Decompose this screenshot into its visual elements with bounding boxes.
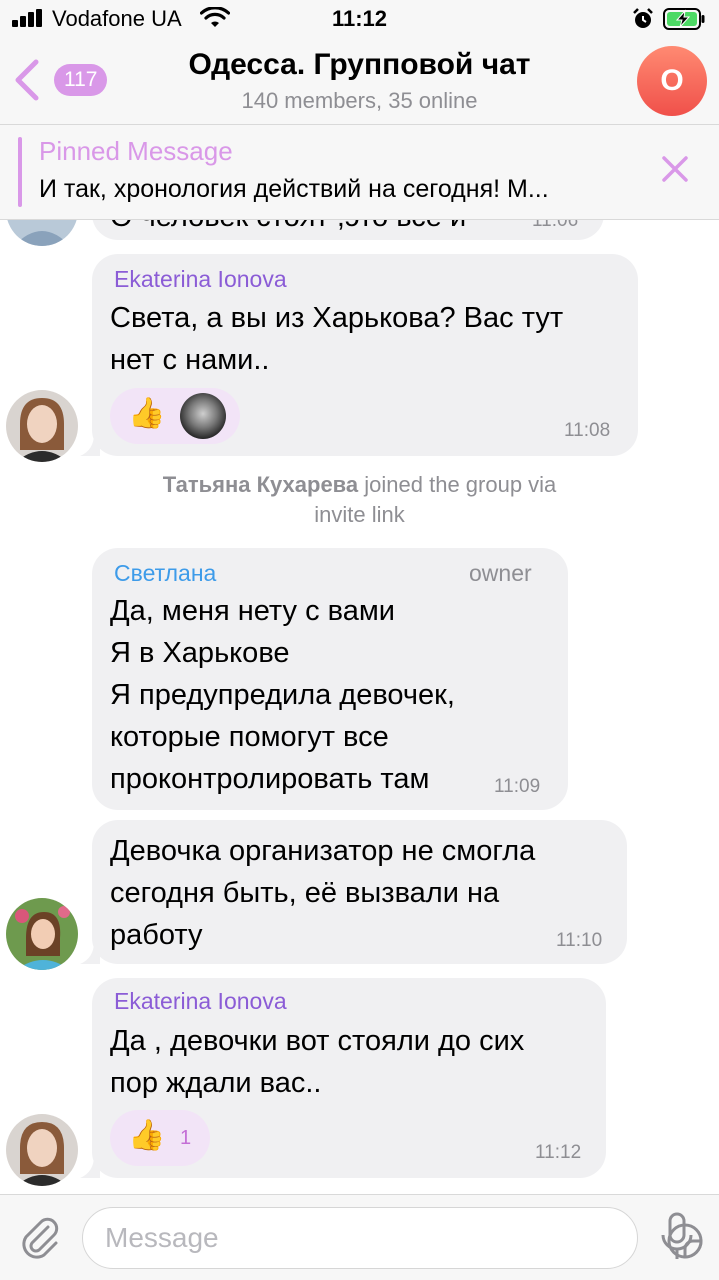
message-bubble[interactable]: Девочка организатор не смогла сегодня бы… — [92, 820, 627, 964]
paperclip-icon[interactable] — [18, 1215, 64, 1261]
message-time: 11:12 — [535, 1142, 582, 1163]
message-text: нет с нами.. — [110, 344, 270, 376]
pinned-text: И так, хронология действий на сегодня! М… — [39, 175, 549, 203]
pinned-message-bar[interactable]: Pinned Message И так, хронология действи… — [0, 124, 719, 220]
message-bubble[interactable]: Светлана owner Да, меня нету с вами Я в … — [92, 548, 568, 810]
chat-header: 117 Одесса. Групповой чат 140 members, 3… — [0, 40, 719, 124]
message-text: Да, меня нету с вами — [110, 595, 395, 627]
avatar[interactable] — [6, 898, 78, 970]
clock: 11:12 — [331, 6, 388, 31]
battery-charging-icon — [663, 8, 705, 30]
reaction-chip[interactable]: 👍 1 — [110, 1110, 210, 1166]
chat-title[interactable]: Одесса. Групповой чат — [0, 48, 719, 82]
alarm-icon — [633, 8, 653, 28]
message-bubble[interactable]: О человек стоят ,это все и 11:06 — [92, 220, 604, 240]
message-bubble[interactable]: Ekaterina Ionova Света, а вы из Харькова… — [92, 254, 638, 456]
message-text: Света, а вы из Харькова? Вас тут — [110, 302, 564, 334]
sender-name[interactable]: Ekaterina Ionova — [114, 266, 287, 293]
avatar[interactable] — [6, 390, 78, 462]
group-avatar[interactable]: О — [637, 46, 707, 116]
message-time: 11:10 — [556, 930, 603, 951]
owner-badge: owner — [469, 560, 532, 586]
bubble-tail — [80, 1156, 100, 1178]
system-message: Татьяна Кухарева joined the group via in… — [162, 472, 557, 527]
system-actor[interactable]: Татьяна Кухарева — [163, 472, 358, 497]
bubble-tail — [80, 942, 100, 964]
message-text: Я в Харькове — [110, 637, 290, 669]
close-icon[interactable] — [656, 150, 694, 188]
message-text: Девочка организатор не смогла — [110, 835, 536, 867]
avatar[interactable] — [6, 220, 78, 246]
composer-bar — [0, 1194, 719, 1280]
message-text: сегодня быть, её вызвали на — [110, 877, 500, 909]
message-text: проконтролировать там — [110, 763, 430, 795]
status-bar: Vodafone UA 11:12 — [0, 0, 719, 40]
pinned-accent-bar — [18, 137, 22, 207]
pinned-title: Pinned Message — [39, 136, 233, 166]
message-list[interactable]: О человек стоят ,это все и 11:06 Ekateri… — [0, 220, 719, 1194]
thumbs-up-icon: 👍 — [128, 1119, 166, 1152]
message-field[interactable] — [82, 1207, 703, 1269]
message-time: 11:06 — [532, 220, 579, 231]
chat-subtitle: 140 members, 35 online — [241, 88, 478, 113]
message-text: Да , девочки вот стояли до сих — [110, 1025, 525, 1057]
microphone-icon[interactable] — [658, 1211, 696, 1263]
message-time: 11:09 — [494, 776, 541, 797]
message-text: О человек стоят ,это все и — [110, 220, 466, 238]
reaction-chip[interactable]: 👍 — [110, 388, 240, 444]
thumbs-up-icon: 👍 — [128, 397, 166, 430]
reaction-count: 1 — [180, 1127, 192, 1149]
message-time: 11:08 — [564, 420, 611, 441]
bubble-tail — [80, 434, 100, 456]
message-text: пор ждали вас.. — [110, 1067, 322, 1099]
message-input[interactable] — [105, 1218, 575, 1258]
avatar[interactable] — [6, 1114, 78, 1186]
message-bubble[interactable]: Ekaterina Ionova Да , девочки вот стояли… — [92, 978, 606, 1178]
sender-name[interactable]: Светлана — [114, 560, 216, 587]
sender-name[interactable]: Ekaterina Ionova — [114, 988, 287, 1015]
message-text: которые помогут все — [110, 721, 389, 753]
message-text: Я предупредила девочек, — [110, 679, 455, 711]
message-text: работу — [110, 919, 203, 951]
reactor-avatar — [180, 393, 226, 439]
